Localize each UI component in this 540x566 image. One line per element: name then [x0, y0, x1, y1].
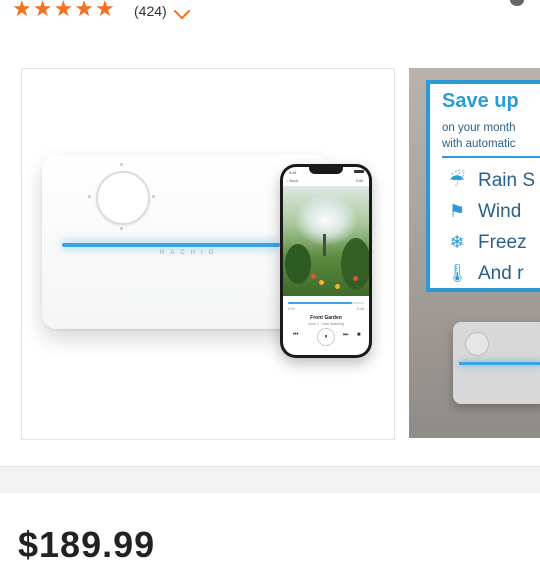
battery-icon: [354, 170, 364, 173]
water-spray: [295, 194, 357, 246]
elapsed-time: 4:02: [288, 307, 295, 311]
previous-icon: ⏮: [293, 332, 299, 338]
watering-progress-fill: [288, 302, 352, 304]
led-light-bar: [459, 362, 540, 365]
remaining-time: -0:48: [356, 307, 364, 311]
flower: [353, 276, 358, 281]
led-light-bar: [62, 243, 280, 247]
main-product-image[interactable]: RACHIO 9:41 ‹ Back Edit 4:02 -0:48 Front…: [21, 68, 395, 440]
star-icon: ★: [32, 0, 53, 22]
control-dial: [96, 171, 150, 225]
promo-divider: [442, 156, 540, 158]
back-link: ‹ Back: [287, 178, 299, 183]
feature-label: Freez: [478, 232, 527, 253]
thermometer-icon: 🌡: [446, 263, 469, 284]
bush: [285, 244, 311, 284]
edit-link: Edit: [356, 178, 363, 183]
phone-notch: [309, 167, 343, 174]
zone-subtitle: Zone 1 · Now Watering: [308, 322, 344, 326]
phone-screen: 9:41 ‹ Back Edit 4:02 -0:48 Front Garden…: [283, 167, 369, 355]
snowflake-icon: ❄: [449, 232, 465, 253]
section-divider: [0, 466, 540, 493]
dial-indicator-dot: [152, 195, 155, 198]
promo-line: on your month: [442, 122, 516, 134]
pause-icon: ⏸: [317, 328, 335, 346]
product-price: $189.99: [18, 524, 156, 565]
device-brand-text: RACHIO: [160, 250, 220, 256]
image-gallery[interactable]: RACHIO 9:41 ‹ Back Edit 4:02 -0:48 Front…: [0, 38, 540, 466]
flower: [311, 274, 316, 279]
star-icon: ★: [74, 0, 94, 22]
bush: [341, 238, 369, 290]
gallery-thumbnail-next[interactable]: Save up on your month with automatic ☔ R…: [409, 68, 540, 438]
zone-title: Front Garden: [310, 315, 342, 321]
flower: [319, 280, 324, 285]
promo-line: with automatic: [442, 138, 516, 150]
star-icon: ★: [12, 0, 32, 22]
star-icon: ★: [94, 0, 115, 22]
rating-bar[interactable]: ★ ★ ★ ★ ★ (424): [0, 0, 540, 26]
sprinkler-head: [323, 234, 326, 256]
feature-label: Wind: [478, 201, 522, 222]
promo-title: Save up: [442, 90, 519, 112]
feature-row: ❄ Freez: [446, 232, 527, 254]
menu-dot-icon: [510, 0, 524, 6]
dial-indicator-dot: [88, 195, 91, 198]
control-dial: [465, 332, 489, 356]
status-time: 9:41: [289, 170, 297, 175]
stop-icon: ■: [357, 332, 361, 338]
wind-icon: ⚑: [448, 201, 466, 222]
watering-progress: [288, 302, 364, 304]
feature-row: ☔ Rain S: [446, 170, 535, 192]
star-icon: ★: [53, 0, 74, 22]
phone-mockup: 9:41 ‹ Back Edit 4:02 -0:48 Front Garden…: [280, 164, 372, 358]
feature-label: And r: [478, 263, 524, 284]
feature-label: Rain S: [478, 170, 536, 191]
feature-row: 🌡 And r: [446, 263, 523, 285]
review-count[interactable]: (424): [134, 3, 167, 19]
next-icon: ⏭: [343, 332, 349, 338]
star-rating: ★ ★ ★ ★ ★: [12, 0, 115, 24]
dial-indicator-dot: [120, 227, 123, 230]
promo-card: Save up on your month with automatic ☔ R…: [426, 80, 540, 292]
feature-row: ⚑ Wind: [446, 201, 521, 223]
chevron-down-icon[interactable]: [173, 2, 191, 20]
dial-indicator-dot: [120, 163, 123, 166]
rain-cloud-icon: ☔: [448, 170, 466, 191]
thumbnail-device: [453, 322, 540, 404]
sprinkler-photo: [283, 186, 369, 296]
flower: [335, 284, 340, 289]
